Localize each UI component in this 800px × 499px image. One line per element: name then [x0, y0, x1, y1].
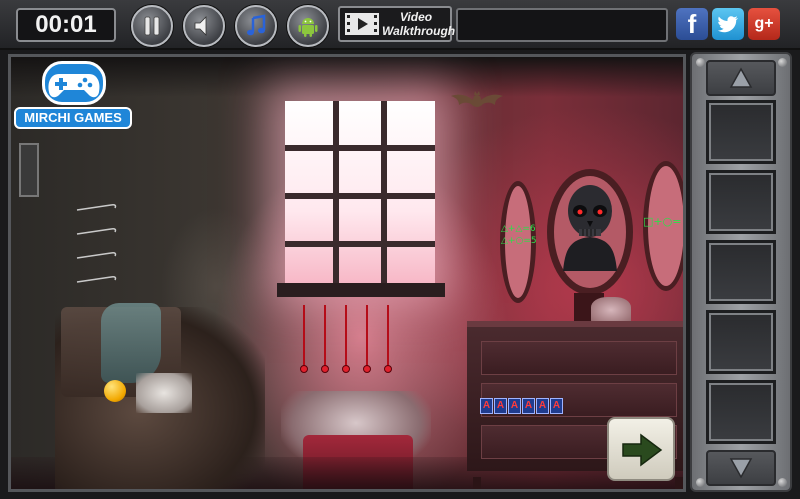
hook-icon: [76, 276, 117, 283]
android-button[interactable]: [287, 5, 329, 47]
red-slider[interactable]: [299, 305, 309, 377]
red-slider[interactable]: [362, 305, 372, 377]
music-note-icon: [247, 14, 266, 36]
slider-rod: [345, 305, 347, 369]
red-slider[interactable]: [320, 305, 330, 377]
hook-icon: [76, 204, 117, 211]
top-bar: 00:01 Video Walkthrough f g+: [0, 0, 800, 50]
triangle-up-icon: [729, 67, 753, 88]
window-sill: [277, 283, 445, 297]
wall-hook[interactable]: [75, 271, 119, 283]
mirchi-games-logo[interactable]: MIRCHI GAMES: [14, 61, 134, 133]
slider-knob[interactable]: [384, 365, 392, 373]
inventory-slot[interactable]: [706, 310, 776, 374]
logo-text: MIRCHI GAMES: [14, 107, 132, 129]
bird-icon: [717, 16, 738, 33]
math-clue-right: □+○=: [643, 215, 682, 228]
gamepad-icon: [48, 74, 100, 98]
code-tile[interactable]: A: [508, 398, 521, 414]
twitter-button[interactable]: [712, 8, 744, 40]
dresser-leg: [473, 477, 481, 489]
inventory-slot[interactable]: [706, 100, 776, 164]
wall-hook[interactable]: [75, 223, 119, 235]
bolt: [778, 478, 787, 487]
code-lock[interactable]: A A A A A A: [480, 398, 563, 414]
arrow-right-icon: [622, 433, 663, 467]
code-tile[interactable]: A: [536, 398, 549, 414]
window-bar: [285, 145, 435, 151]
video-walkthrough-label: Video Walkthrough: [382, 10, 456, 38]
red-slider[interactable]: [383, 305, 393, 377]
video-label-line1: Video: [399, 10, 433, 24]
slider-knob[interactable]: [342, 365, 350, 373]
slider-knob[interactable]: [321, 365, 329, 373]
film-play-icon: [345, 13, 379, 35]
bat[interactable]: [449, 87, 505, 113]
inventory-scroll-up[interactable]: [706, 60, 776, 96]
slider-rod: [366, 305, 368, 369]
code-tile[interactable]: A: [522, 398, 535, 414]
bolt: [778, 58, 787, 67]
window-bar: [285, 193, 435, 199]
facebook-button[interactable]: f: [676, 8, 708, 40]
slider-knob[interactable]: [300, 365, 308, 373]
music-button[interactable]: [235, 5, 277, 47]
android-icon: [298, 18, 318, 37]
wall-frame[interactable]: [19, 143, 39, 197]
code-tile[interactable]: A: [550, 398, 563, 414]
inventory-panel: [690, 52, 792, 492]
wall-hook[interactable]: [75, 199, 119, 211]
yellow-ball[interactable]: [104, 380, 126, 402]
video-walkthrough-button[interactable]: Video Walkthrough: [338, 6, 456, 42]
red-slider[interactable]: [341, 305, 351, 377]
code-tile[interactable]: A: [480, 398, 493, 414]
triangle-down-icon: [729, 458, 753, 479]
hook-icon: [76, 252, 117, 259]
dresser-drawer[interactable]: [481, 341, 677, 375]
wall-hook[interactable]: [75, 247, 119, 259]
pause-icon: [144, 16, 160, 36]
white-cloth: [136, 373, 192, 413]
math-clue-left: △+△=6 △+○=5: [501, 223, 537, 247]
timer-display: 00:01: [16, 8, 116, 42]
bolt: [696, 478, 705, 487]
slider-rod: [303, 305, 305, 369]
slider-rod: [387, 305, 389, 369]
video-label-line2: Walkthrough: [382, 24, 456, 38]
game-scene: △+△=6 △+○=5 □+○= A A A A A A MIRCHI GAME…: [8, 54, 686, 492]
inventory-scroll-down[interactable]: [706, 450, 776, 486]
pause-button[interactable]: [131, 5, 173, 47]
code-tile[interactable]: A: [494, 398, 507, 414]
slider-knob[interactable]: [363, 365, 371, 373]
gamepad-badge: [42, 61, 106, 105]
skull-reflection[interactable]: [559, 181, 621, 271]
inventory-slot[interactable]: [706, 240, 776, 304]
window-bar: [285, 241, 435, 247]
blanket: [101, 303, 161, 383]
bat-icon: [451, 91, 503, 107]
bright-window[interactable]: [285, 101, 435, 285]
inventory-slot[interactable]: [706, 380, 776, 444]
skull-icon: [563, 185, 617, 271]
bolt: [696, 58, 705, 67]
clue-line: △+○=5: [501, 236, 537, 246]
hook-icon: [76, 228, 117, 235]
clue-line: △+△=6: [501, 224, 536, 234]
sound-button[interactable]: [183, 5, 225, 47]
googleplus-button[interactable]: g+: [748, 8, 780, 40]
inventory-slot[interactable]: [706, 170, 776, 234]
dresser-leg: [675, 477, 683, 489]
next-scene-button[interactable]: [607, 417, 675, 481]
film-frame: [345, 13, 379, 35]
message-panel: [456, 8, 668, 42]
vase[interactable]: [591, 297, 631, 323]
slider-rod: [324, 305, 326, 369]
speaker-icon: [194, 16, 207, 36]
